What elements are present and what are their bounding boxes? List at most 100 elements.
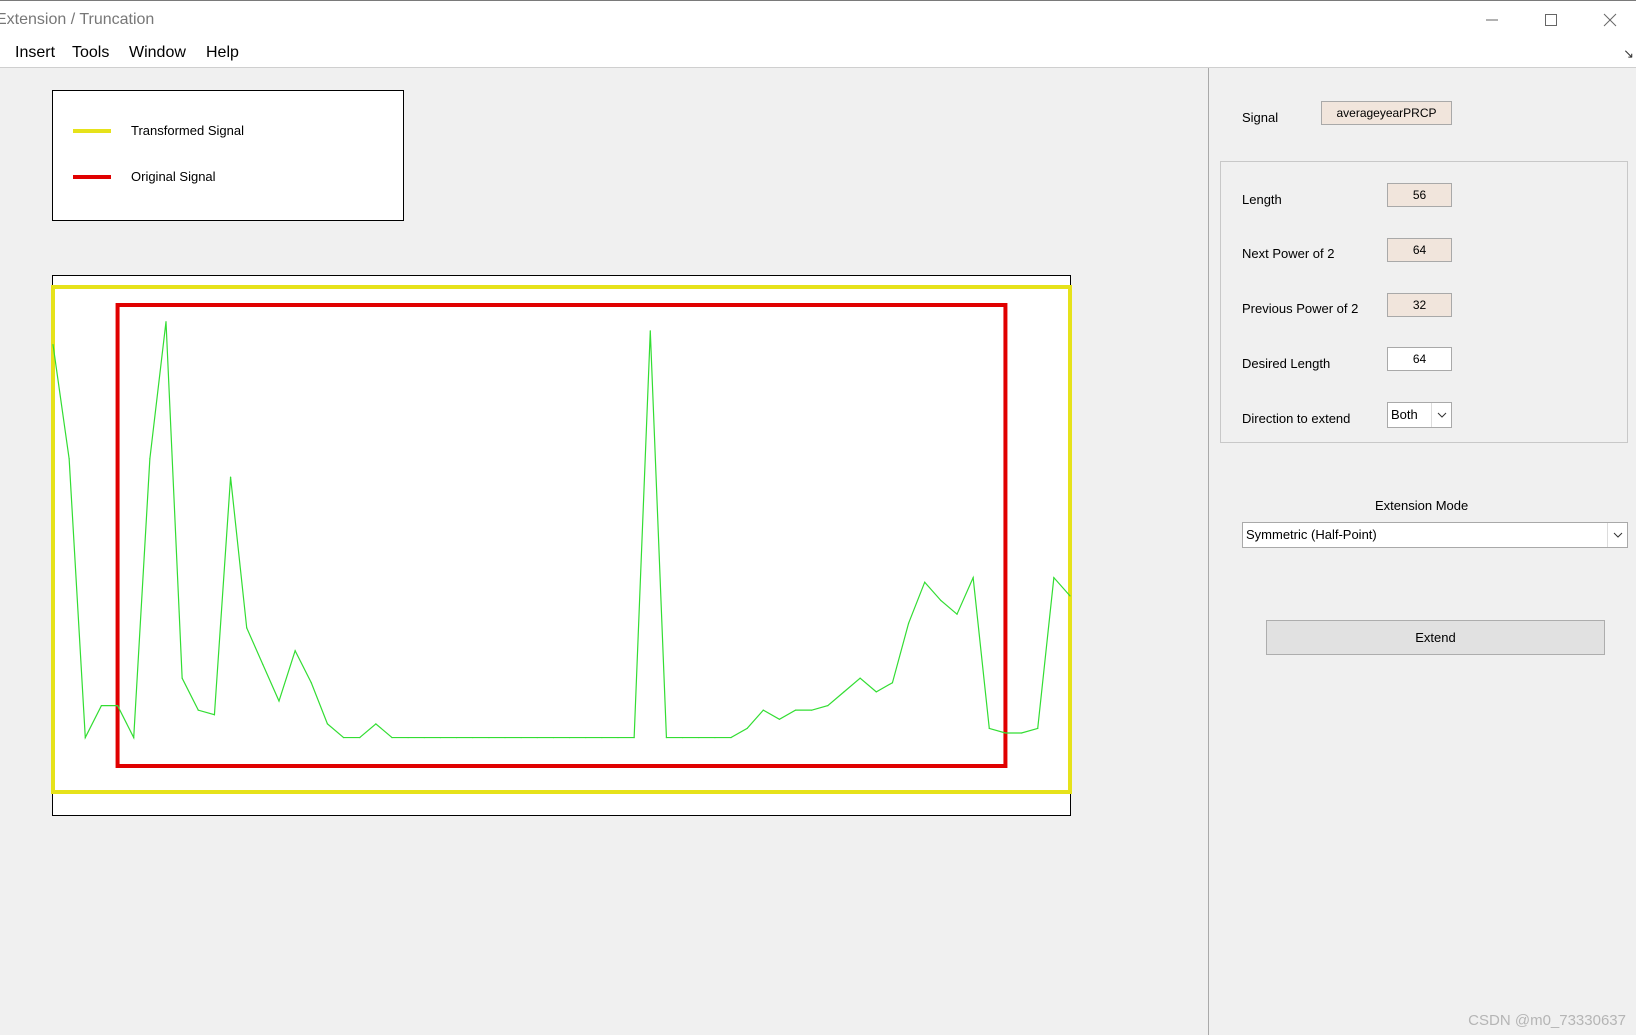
- signal-plot: [51, 275, 1072, 816]
- signal-point: [520, 736, 522, 739]
- signal-point: [875, 691, 877, 693]
- signal-point: [504, 736, 506, 739]
- menu-window[interactable]: Window: [129, 44, 186, 62]
- menu-insert[interactable]: Insert: [15, 44, 55, 62]
- signal-point: [278, 700, 280, 702]
- signal-point: [407, 736, 409, 739]
- signal-point: [843, 691, 845, 693]
- signal-point: [988, 727, 990, 730]
- signal-point: [52, 343, 54, 346]
- signal-point: [213, 714, 216, 716]
- title-bar: Extension / Truncation: [0, 0, 1636, 38]
- signal-point: [972, 577, 974, 579]
- signal-point: [439, 736, 442, 739]
- signal-point: [552, 736, 555, 739]
- dock-arrow-icon[interactable]: ↘: [1623, 46, 1634, 62]
- next-power-label: Next Power of 2: [1242, 246, 1335, 261]
- signal-point: [924, 581, 926, 583]
- signal-point: [859, 677, 861, 679]
- maximize-icon[interactable]: [1527, 5, 1575, 35]
- menu-bar: Insert Tools Window Help ↘: [0, 38, 1636, 68]
- signal-point: [116, 704, 119, 707]
- signal-point: [794, 709, 797, 711]
- original-signal-frame: [115, 303, 1008, 768]
- chevron-down-icon[interactable]: [1431, 403, 1451, 427]
- length-field: 56: [1387, 183, 1452, 207]
- transformed-signal-frame: [51, 285, 1072, 794]
- signal-point: [1053, 577, 1055, 579]
- signal-point: [1069, 595, 1071, 597]
- signal-point: [84, 736, 86, 739]
- signal-point: [568, 736, 571, 739]
- signal-point: [730, 736, 732, 739]
- chevron-down-icon[interactable]: [1607, 523, 1627, 547]
- signal-chart: [51, 285, 1072, 794]
- signal-point: [310, 682, 312, 684]
- control-panel: Signal averageyearPRCP Length 56 Next Po…: [1209, 68, 1636, 1035]
- watermark: CSDN @m0_73330637: [1468, 1012, 1626, 1029]
- signal-point: [536, 736, 538, 739]
- extend-button[interactable]: Extend: [1266, 620, 1605, 655]
- signal-point: [633, 736, 635, 739]
- signal-point: [165, 321, 167, 323]
- signal-point: [133, 736, 135, 739]
- legend-item-original: Original Signal: [73, 169, 216, 184]
- close-icon[interactable]: [1586, 5, 1634, 35]
- menu-tools[interactable]: Tools: [72, 44, 109, 62]
- extension-mode-value: Symmetric (Half-Point): [1246, 527, 1377, 542]
- signal-point: [181, 677, 183, 679]
- desired-length-label: Desired Length: [1242, 356, 1331, 371]
- legend-label: Transformed Signal: [131, 123, 244, 138]
- signal-series-line: [52, 321, 1071, 740]
- signal-point: [1037, 727, 1039, 730]
- window-title: Extension / Truncation: [0, 11, 155, 28]
- signal-point: [811, 709, 813, 711]
- signal-point: [455, 736, 458, 739]
- signal-point: [1004, 732, 1007, 734]
- direction-value: Both: [1391, 407, 1418, 422]
- signal-point: [681, 736, 684, 739]
- signal-point: [778, 718, 781, 720]
- signal-point: [149, 458, 151, 460]
- signal-point: [488, 736, 490, 739]
- signal-point: [698, 736, 700, 739]
- signal-point: [197, 709, 199, 711]
- signal-point: [262, 663, 264, 666]
- signal-point: [294, 650, 296, 652]
- desired-length-input[interactable]: 64: [1387, 347, 1452, 371]
- legend-item-transformed: Transformed Signal: [73, 123, 244, 138]
- signal-point: [714, 736, 716, 739]
- signal-label: Signal: [1242, 110, 1279, 125]
- extension-mode-dropdown[interactable]: Symmetric (Half-Point): [1242, 522, 1628, 548]
- previous-power-label: Previous Power of 2: [1242, 301, 1359, 316]
- menu-help[interactable]: Help: [206, 44, 239, 62]
- legend: Transformed Signal Original Signal: [52, 90, 404, 221]
- signal-point: [472, 736, 474, 739]
- signal-point: [1020, 732, 1023, 734]
- extension-mode-label: Extension Mode: [1375, 498, 1469, 513]
- minimize-icon[interactable]: [1468, 5, 1516, 35]
- signal-point: [68, 458, 70, 460]
- legend-swatch-yellow: [73, 128, 111, 133]
- next-power-field: 64: [1387, 238, 1452, 262]
- signal-point: [940, 599, 942, 602]
- signal-point: [956, 613, 958, 615]
- signal-point: [601, 736, 603, 739]
- signal-point: [100, 704, 103, 707]
- signal-point: [762, 709, 764, 711]
- signal-point: [326, 723, 329, 725]
- signal-point: [907, 622, 910, 624]
- signal-point: [423, 736, 425, 739]
- direction-dropdown[interactable]: Both: [1387, 402, 1452, 428]
- signal-point: [649, 330, 651, 332]
- signal-point: [342, 736, 345, 739]
- legend-label: Original Signal: [131, 169, 216, 184]
- signal-point: [391, 736, 393, 739]
- signal-point: [746, 727, 748, 730]
- legend-swatch-red: [73, 174, 111, 179]
- signal-name-field: averageyearPRCP: [1321, 101, 1452, 125]
- signal-point: [229, 476, 232, 478]
- signal-point: [375, 723, 377, 725]
- signal-point: [585, 736, 587, 739]
- previous-power-field: 32: [1387, 293, 1452, 317]
